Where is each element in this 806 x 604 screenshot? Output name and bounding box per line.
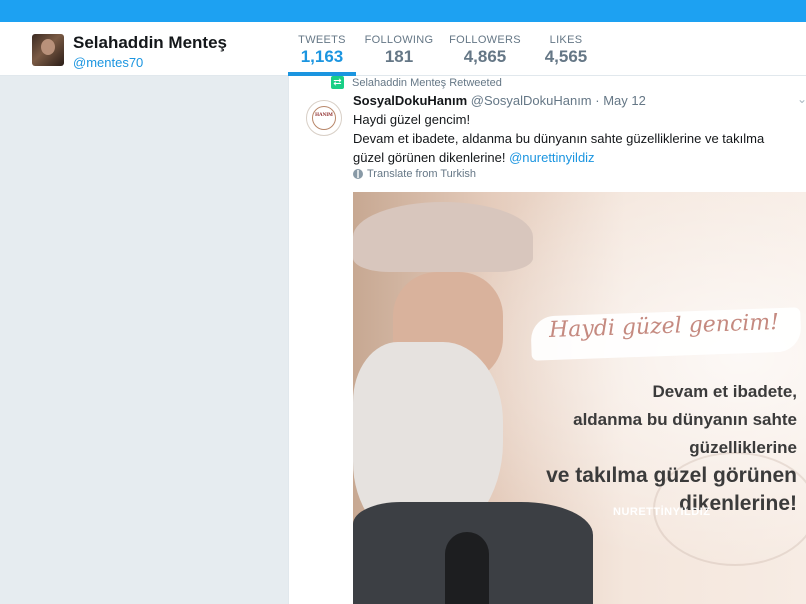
stat-label: LIKES — [549, 34, 583, 46]
stat-value: 1,163 — [300, 47, 344, 66]
stat-label: TWEETS — [298, 34, 346, 46]
profile-stats-nav: TWEETS 1,163 FOLLOWING 181 FOLLOWERS 4,8… — [288, 22, 604, 76]
tweet-text: Haydi güzel gencim! Devam et ibadete, al… — [353, 110, 793, 167]
stat-following[interactable]: FOLLOWING 181 — [356, 22, 442, 75]
tweet-author-name[interactable]: SosyalDokuHanım — [353, 93, 467, 108]
logo-ring — [312, 106, 336, 130]
profile-avatar[interactable] — [32, 34, 64, 66]
tweet-author-handle[interactable]: @SosyalDokuHanım — [471, 93, 592, 108]
image-quote: Devam et ibadete, aldanma bu dünyanın sa… — [517, 378, 797, 518]
stat-tweets[interactable]: TWEETS 1,163 — [288, 22, 356, 76]
stat-value: 4,565 — [544, 47, 588, 66]
tweet-separator: · — [591, 93, 604, 108]
image-quote-line: aldanma bu dünyanın sahte güzelliklerine — [573, 410, 797, 457]
mention-link[interactable]: @nurettinyildiz — [509, 150, 594, 165]
tweet-card[interactable]: ⇄ Selahaddin Menteş Retweeted HANIM Sosy… — [288, 76, 806, 604]
top-navigation-bar — [0, 0, 806, 22]
stat-value: 181 — [384, 47, 414, 66]
stat-likes[interactable]: LIKES 4,565 — [528, 22, 604, 75]
retweet-context-text[interactable]: Selahaddin Menteş Retweeted — [352, 77, 502, 89]
image-quote-line: Devam et ibadete, — [652, 382, 797, 401]
tweet-media-image[interactable]: Haydi güzel gencim! Devam et ibadete, al… — [353, 192, 806, 604]
portrait-hair — [353, 202, 533, 272]
translate-label: Translate from Turkish — [367, 168, 477, 180]
translate-link[interactable]: Translate from Turkish — [353, 168, 476, 180]
tweet-text-body: Devam et ibadete, aldanma bu dünyanın sa… — [353, 129, 793, 167]
avatar-logo-text: HANIM — [315, 113, 333, 118]
tweet-author-avatar[interactable]: HANIM — [306, 100, 342, 136]
tweet-date[interactable]: May 12 — [603, 93, 646, 108]
globe-icon — [353, 169, 363, 179]
profile-handle[interactable]: @mentes70 — [73, 55, 143, 70]
tweet-text-line: Haydi güzel gencim! — [353, 112, 471, 127]
stat-value: 4,865 — [463, 47, 507, 66]
stat-followers[interactable]: FOLLOWERS 4,865 — [442, 22, 528, 75]
stat-label: FOLLOWERS — [449, 34, 521, 46]
profile-header-bar: Selahaddin Menteş @mentes70 TWEETS 1,163… — [0, 22, 806, 76]
microphone — [445, 532, 489, 604]
retweet-context: ⇄ Selahaddin Menteş Retweeted — [331, 76, 502, 89]
profile-name[interactable]: Selahaddin Menteş — [73, 33, 227, 53]
tweet-header: SosyalDokuHanım @SosyalDokuHanım · May 1… — [353, 93, 646, 108]
chevron-down-icon[interactable]: ⌄ — [797, 92, 806, 106]
retweet-icon: ⇄ — [331, 76, 344, 89]
image-brand-logo: NURETTİNYILDIZ — [613, 506, 711, 518]
stat-label: FOLLOWING — [364, 34, 434, 46]
